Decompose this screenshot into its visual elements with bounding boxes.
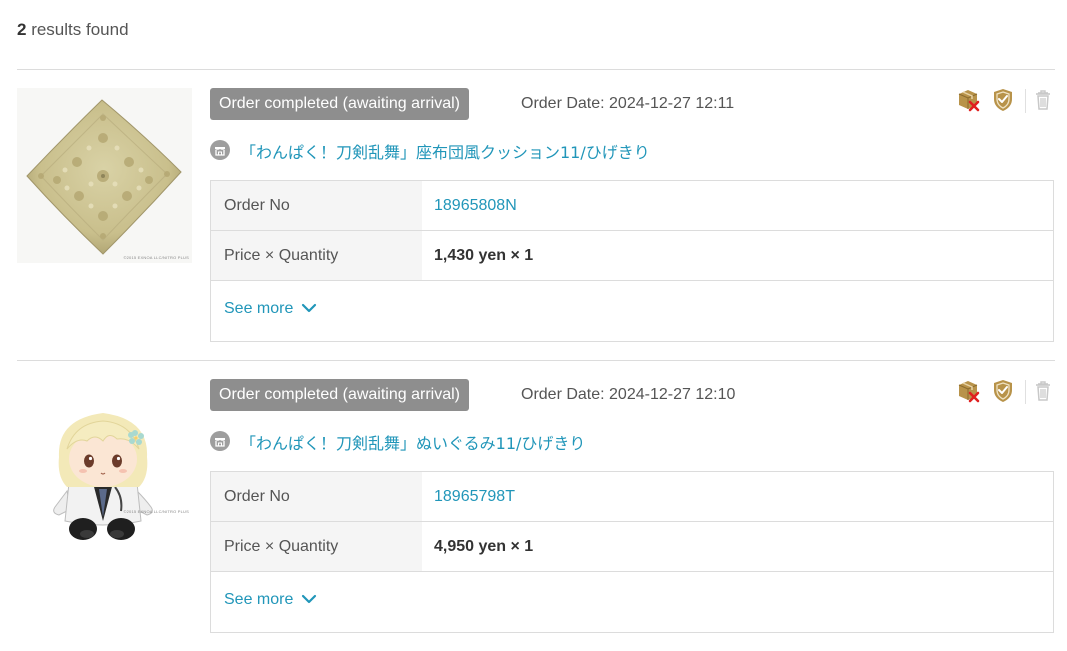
package-cancel-icon[interactable] (955, 377, 983, 405)
shield-check-icon[interactable] (989, 86, 1017, 114)
image-copyright: ©2015 EXNOA LLC/NITRO PLUS (123, 509, 189, 514)
order-no-row: Order No 18965808N (211, 181, 1053, 231)
results-label: results found (26, 20, 129, 39)
trash-icon[interactable] (1029, 86, 1057, 114)
price-quantity-row: Price × Quantity 1,430 yen × 1 (211, 231, 1053, 281)
shop-icon (210, 431, 230, 451)
image-copyright: ©2015 EXNOA LLC/NITRO PLUS (123, 255, 189, 260)
order-no-link[interactable]: 18965798T (422, 472, 515, 521)
order-detail-table: Order No 18965798T Price × Quantity 4,95… (210, 471, 1054, 633)
shop-icon (210, 140, 230, 160)
see-more-label: See more (224, 300, 294, 317)
product-image-plush[interactable]: ©2015 EXNOA LLC/NITRO PLUS (17, 379, 192, 554)
order-no-row: Order No 18965798T (211, 472, 1053, 522)
order-date: Order Date: 2024-12-27 12:10 (521, 386, 736, 403)
see-more-button[interactable]: See more (224, 591, 317, 609)
trash-icon[interactable] (1029, 377, 1057, 405)
order-card: ©2015 EXNOA LLC/NITRO PLUS Order complet… (17, 361, 1055, 651)
order-actions (955, 377, 1055, 409)
icon-separator (1025, 89, 1026, 113)
order-no-label: Order No (211, 181, 422, 230)
shield-check-icon[interactable] (989, 377, 1017, 405)
product-image-cushion[interactable]: ©2015 EXNOA LLC/NITRO PLUS (17, 88, 192, 263)
order-card: ©2015 EXNOA LLC/NITRO PLUS Order complet… (17, 70, 1055, 360)
see-more-label: See more (224, 591, 294, 608)
status-badge: Order completed (awaiting arrival) (210, 379, 469, 411)
order-actions (955, 86, 1055, 118)
cushion-image (17, 88, 192, 263)
package-cancel-icon[interactable] (955, 86, 983, 114)
price-quantity-label: Price × Quantity (211, 231, 422, 280)
see-more-row: See more (211, 572, 1053, 632)
results-summary: 2 results found (17, 20, 129, 40)
product-name-link[interactable]: 「わんぱく！刀剣乱舞」ぬいぐるみ11/ひげきり (240, 430, 585, 454)
price-quantity-value: 4,950 yen × 1 (434, 538, 534, 555)
chevron-down-icon (301, 594, 316, 603)
plush-image (17, 379, 192, 554)
icon-separator (1025, 380, 1026, 404)
order-no-link[interactable]: 18965808N (422, 181, 517, 230)
price-quantity-value: 1,430 yen × 1 (434, 247, 534, 264)
order-no-label: Order No (211, 472, 422, 521)
status-badge: Order completed (awaiting arrival) (210, 88, 469, 120)
order-detail-table: Order No 18965808N Price × Quantity 1,43… (210, 180, 1054, 342)
order-date: Order Date: 2024-12-27 12:11 (521, 95, 735, 112)
product-name-link[interactable]: 「わんぱく！刀剣乱舞」座布団風クッション11/ひげきり (240, 139, 650, 163)
see-more-row: See more (211, 281, 1053, 341)
price-quantity-row: Price × Quantity 4,950 yen × 1 (211, 522, 1053, 572)
see-more-button[interactable]: See more (224, 300, 317, 318)
chevron-down-icon (301, 303, 316, 312)
price-quantity-label: Price × Quantity (211, 522, 422, 571)
